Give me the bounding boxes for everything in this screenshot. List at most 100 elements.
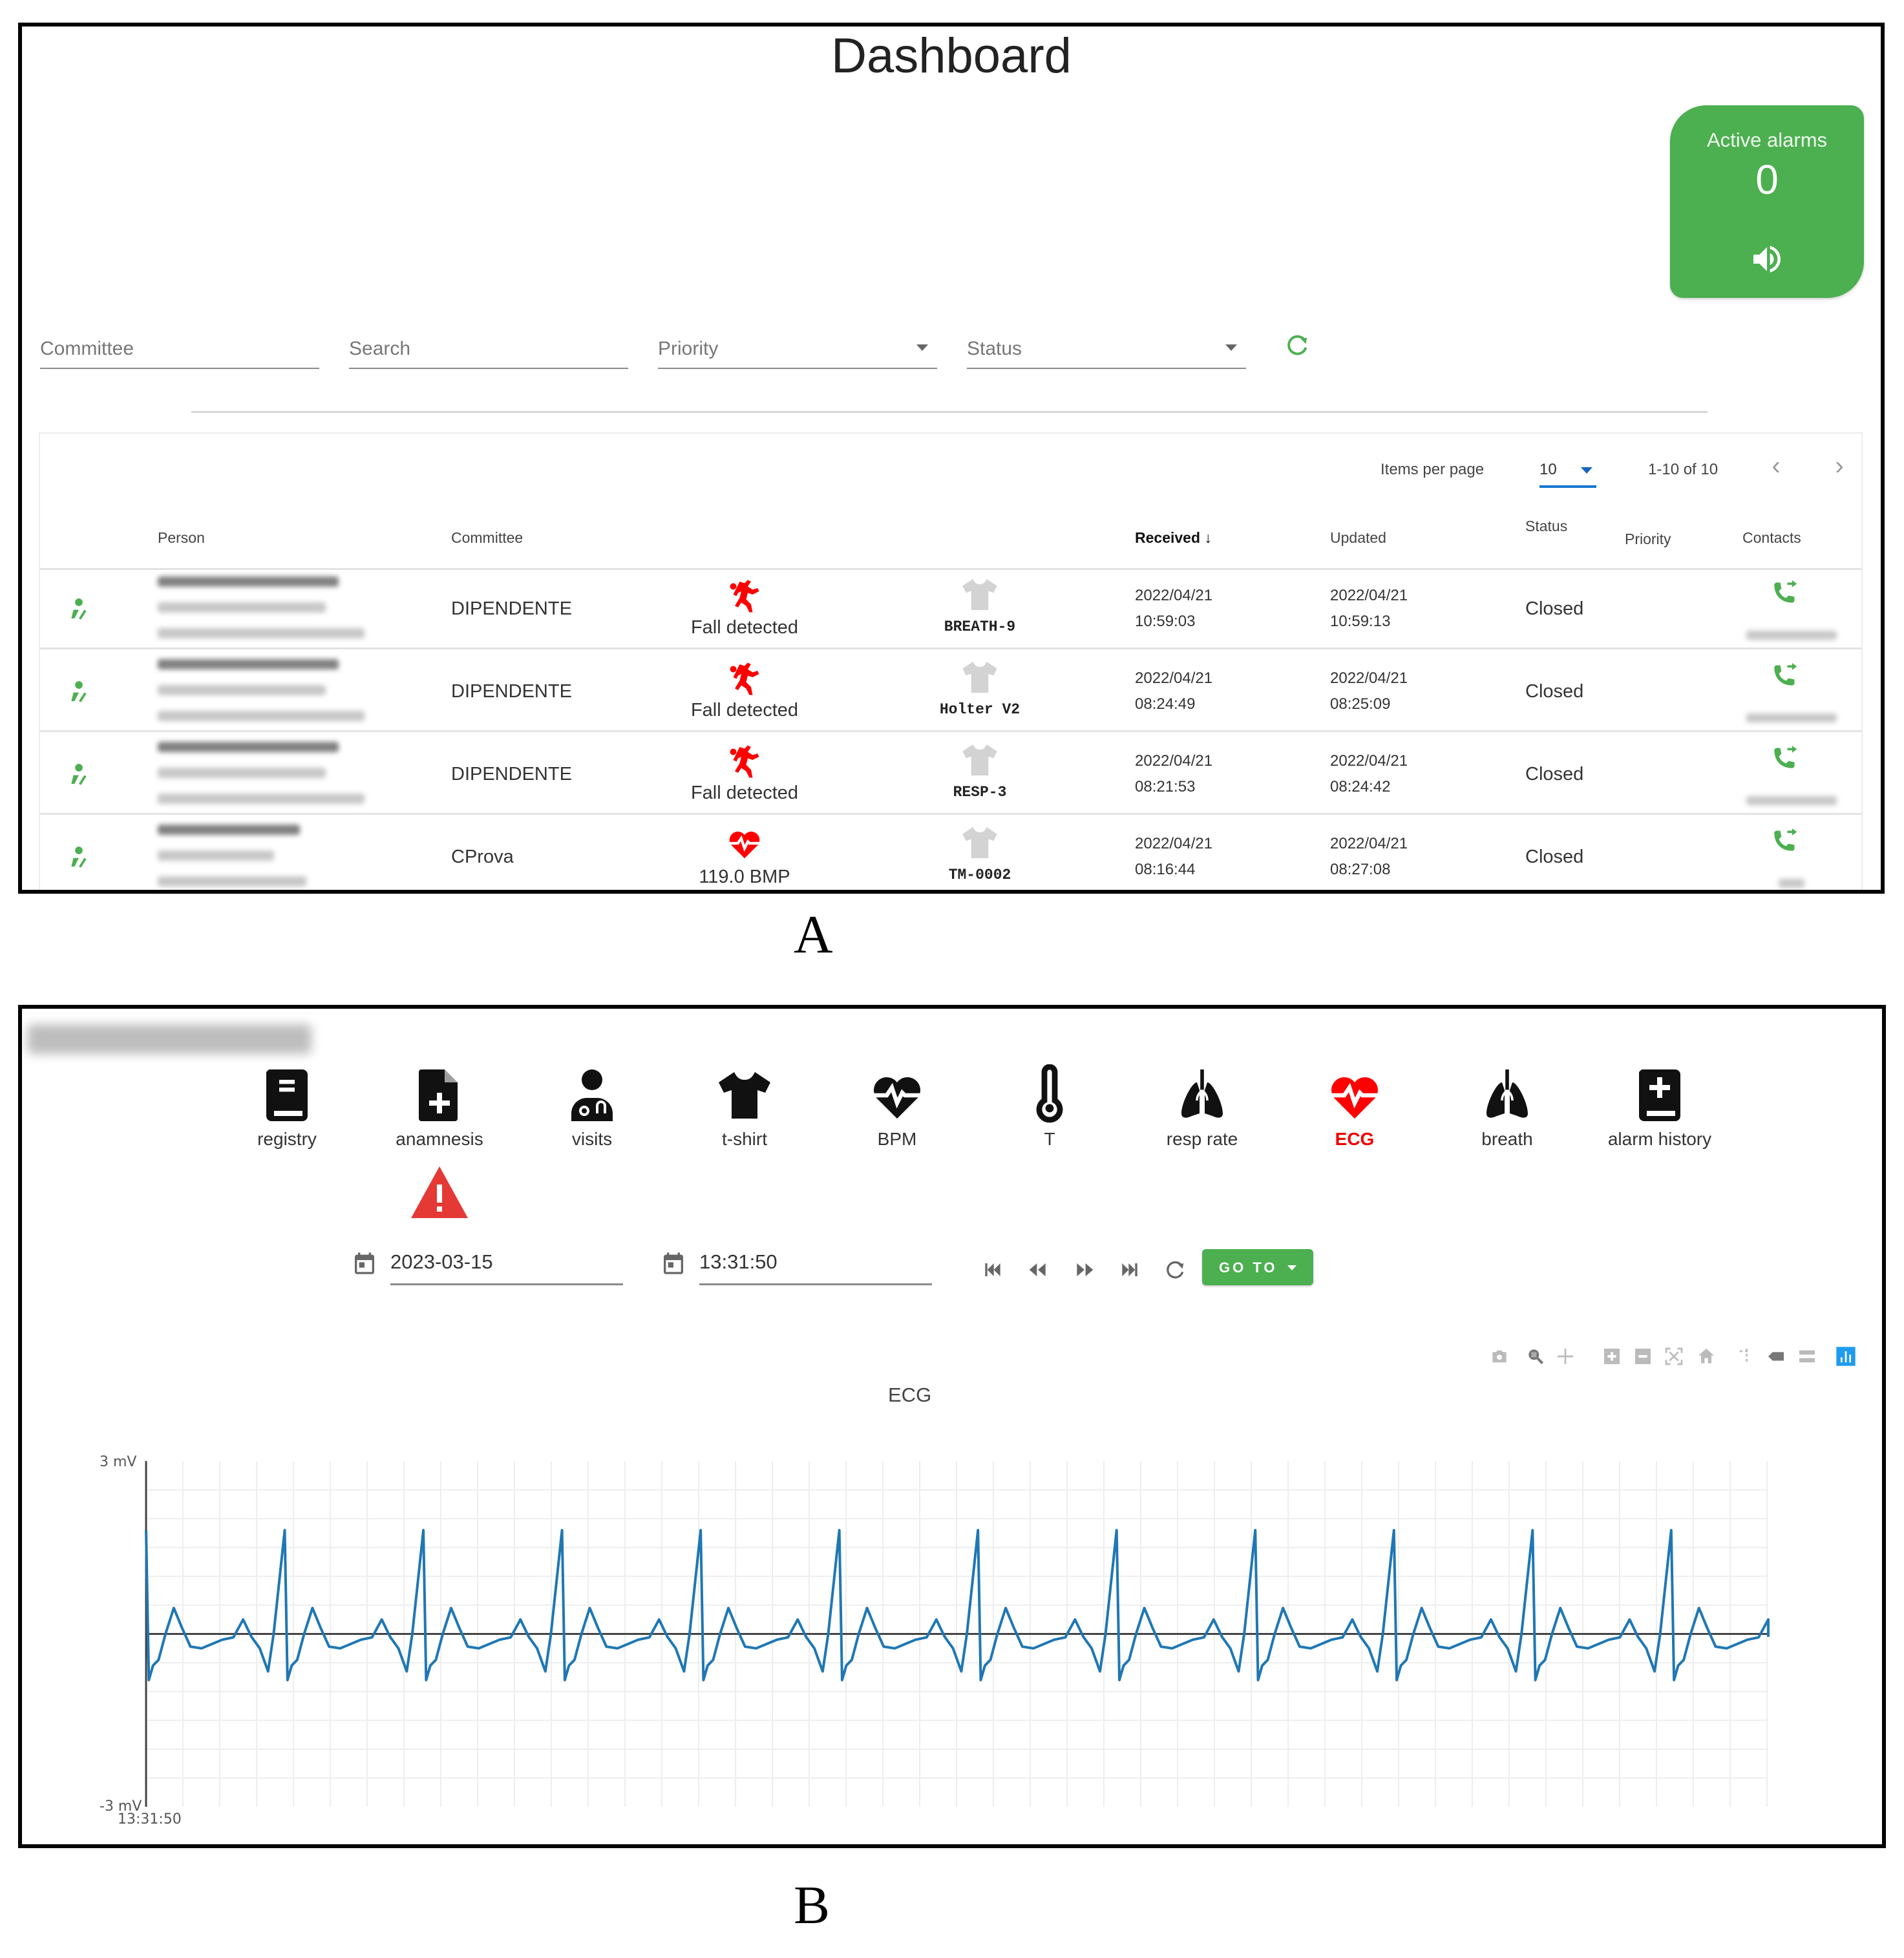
refresh-icon[interactable]: [1282, 330, 1312, 360]
device-cell: RESP-3: [915, 739, 1044, 801]
committee-cell: DIPENDENTE: [451, 681, 572, 702]
committee-placeholder: Committee: [40, 338, 134, 359]
phone-icon[interactable]: [1770, 744, 1798, 776]
dashboard-panel: Dashboard Active alarms 0 Committee Sear…: [18, 23, 1885, 894]
received-cell: 2022/04/21 08:21:53: [1135, 748, 1212, 800]
device-label: RESP-3: [953, 784, 1007, 801]
tshirt-icon: [957, 662, 1002, 700]
person-icon[interactable]: [66, 596, 92, 625]
received-time: 10:59:03: [1135, 613, 1196, 630]
received-cell: 2022/04/21 10:59:03: [1135, 583, 1212, 635]
tshirt-icon: [957, 579, 1002, 618]
table-row[interactable]: CProva 119.0 BMP TM-0002 2022/04/21 08:1…: [40, 818, 1861, 890]
status-cell: Closed: [1525, 598, 1584, 619]
phone-icon[interactable]: [1770, 827, 1798, 859]
received-date: 2022/04/21: [1135, 669, 1213, 687]
person-info-blurred: [158, 818, 390, 890]
volume-up-icon[interactable]: [1748, 241, 1786, 277]
committee-cell: DIPENDENTE: [451, 764, 572, 784]
active-alarms-label: Active alarms: [1706, 129, 1828, 151]
tshirt-icon: [957, 744, 1002, 783]
column-header-committee[interactable]: Committee: [451, 529, 523, 547]
contact-blurred: [1746, 713, 1837, 722]
device-cell: TM-0002: [915, 822, 1044, 883]
status-cell: Closed: [1525, 764, 1584, 784]
panel-label-b: B: [794, 1875, 830, 1935]
updated-cell: 2022/04/21 08:25:09: [1330, 666, 1408, 717]
active-alarms-count: 0: [1755, 156, 1779, 203]
table-row[interactable]: DIPENDENTE Fall detected RESP-3 2022/04/…: [40, 735, 1861, 815]
arrow-down-icon: ↓: [1204, 529, 1212, 546]
person-info-blurred: [158, 653, 390, 730]
alert-cell: Fall detected: [680, 658, 809, 721]
received-date: 2022/04/21: [1135, 752, 1213, 770]
alert-label: 119.0 BMP: [699, 867, 790, 887]
alert-cell: Fall detected: [680, 741, 809, 804]
person-info-blurred: [158, 735, 390, 813]
fall-icon: [725, 580, 764, 616]
status-placeholder: Status: [967, 338, 1022, 359]
updated-time: 08:25:09: [1330, 695, 1391, 713]
alert-cell: Fall detected: [680, 575, 809, 638]
updated-date: 2022/04/21: [1330, 752, 1408, 770]
contact-blurred: [1779, 879, 1804, 888]
status-cell: Closed: [1525, 681, 1584, 702]
device-cell: Holter V2: [915, 657, 1044, 718]
updated-cell: 2022/04/21 10:59:13: [1330, 583, 1408, 635]
updated-cell: 2022/04/21 08:27:08: [1330, 831, 1408, 883]
received-date: 2022/04/21: [1135, 835, 1213, 852]
updated-time: 10:59:13: [1330, 613, 1391, 630]
device-label: TM-0002: [948, 867, 1011, 883]
search-placeholder: Search: [349, 338, 411, 359]
divider: [191, 411, 1708, 413]
alert-label: Fall detected: [690, 783, 799, 803]
panel-label-a: A: [794, 905, 833, 965]
chevron-left-icon[interactable]: ‹: [1763, 453, 1789, 479]
received-date: 2022/04/21: [1135, 587, 1213, 604]
search-input[interactable]: Search: [349, 330, 628, 369]
column-header-status[interactable]: Status: [1525, 518, 1567, 535]
items-per-page-select[interactable]: 10: [1539, 454, 1596, 488]
chevron-down-icon: [1581, 467, 1592, 474]
received-cell: 2022/04/21 08:24:49: [1135, 666, 1212, 717]
phone-icon[interactable]: [1770, 662, 1798, 693]
chevron-right-icon[interactable]: ›: [1826, 453, 1852, 479]
person-icon[interactable]: [66, 844, 92, 873]
alert-label: Fall detected: [690, 700, 799, 721]
fall-icon: [725, 745, 764, 782]
chevron-down-icon: [916, 344, 928, 351]
column-header-priority[interactable]: Priority: [1625, 531, 1671, 548]
column-header-contacts[interactable]: Contacts: [1742, 529, 1801, 547]
alert-label: Fall detected: [690, 617, 799, 638]
person-icon[interactable]: [66, 761, 92, 790]
page-title: Dashboard: [831, 28, 1072, 83]
table-row[interactable]: DIPENDENTE Fall detected Holter V2 2022/…: [40, 653, 1861, 732]
updated-date: 2022/04/21: [1330, 835, 1408, 852]
y-tick-label-top: 3 mV: [100, 1454, 136, 1470]
status-select[interactable]: Status: [967, 330, 1246, 369]
device-label: BREATH-9: [944, 618, 1016, 635]
column-header-person[interactable]: Person: [158, 529, 205, 547]
x-tick-label: 13:31:50: [118, 1811, 182, 1827]
phone-icon[interactable]: [1770, 579, 1798, 611]
fall-icon: [725, 662, 764, 699]
person-icon[interactable]: [66, 679, 92, 708]
received-time: 08:21:53: [1135, 778, 1196, 795]
active-alarms-card[interactable]: Active alarms 0: [1670, 105, 1864, 298]
table-row[interactable]: DIPENDENTE Fall detected BREATH-9 2022/0…: [40, 570, 1861, 649]
ecg-chart[interactable]: 3 mV-3 mV13:31:50: [22, 1009, 1882, 1844]
committee-filter-input[interactable]: Committee: [40, 330, 319, 369]
column-header-updated[interactable]: Updated: [1330, 529, 1386, 547]
person-info-blurred: [158, 570, 390, 647]
patient-panel: registry anamnesis visits t-shirt BPM T …: [18, 1005, 1886, 1848]
updated-time: 08:27:08: [1330, 861, 1391, 878]
contact-blurred: [1746, 796, 1837, 805]
heart-pulse-icon: [725, 831, 765, 866]
pagination-range: 1-10 of 10: [1648, 461, 1719, 478]
alarms-table: Items per page 10 1-10 of 10 ‹ › Person …: [39, 432, 1863, 890]
items-per-page-value: 10: [1539, 461, 1557, 478]
received-label: Received: [1135, 529, 1201, 546]
priority-select[interactable]: Priority: [658, 330, 937, 369]
column-header-received[interactable]: Received ↓: [1135, 529, 1212, 547]
received-time: 08:24:49: [1135, 695, 1196, 713]
